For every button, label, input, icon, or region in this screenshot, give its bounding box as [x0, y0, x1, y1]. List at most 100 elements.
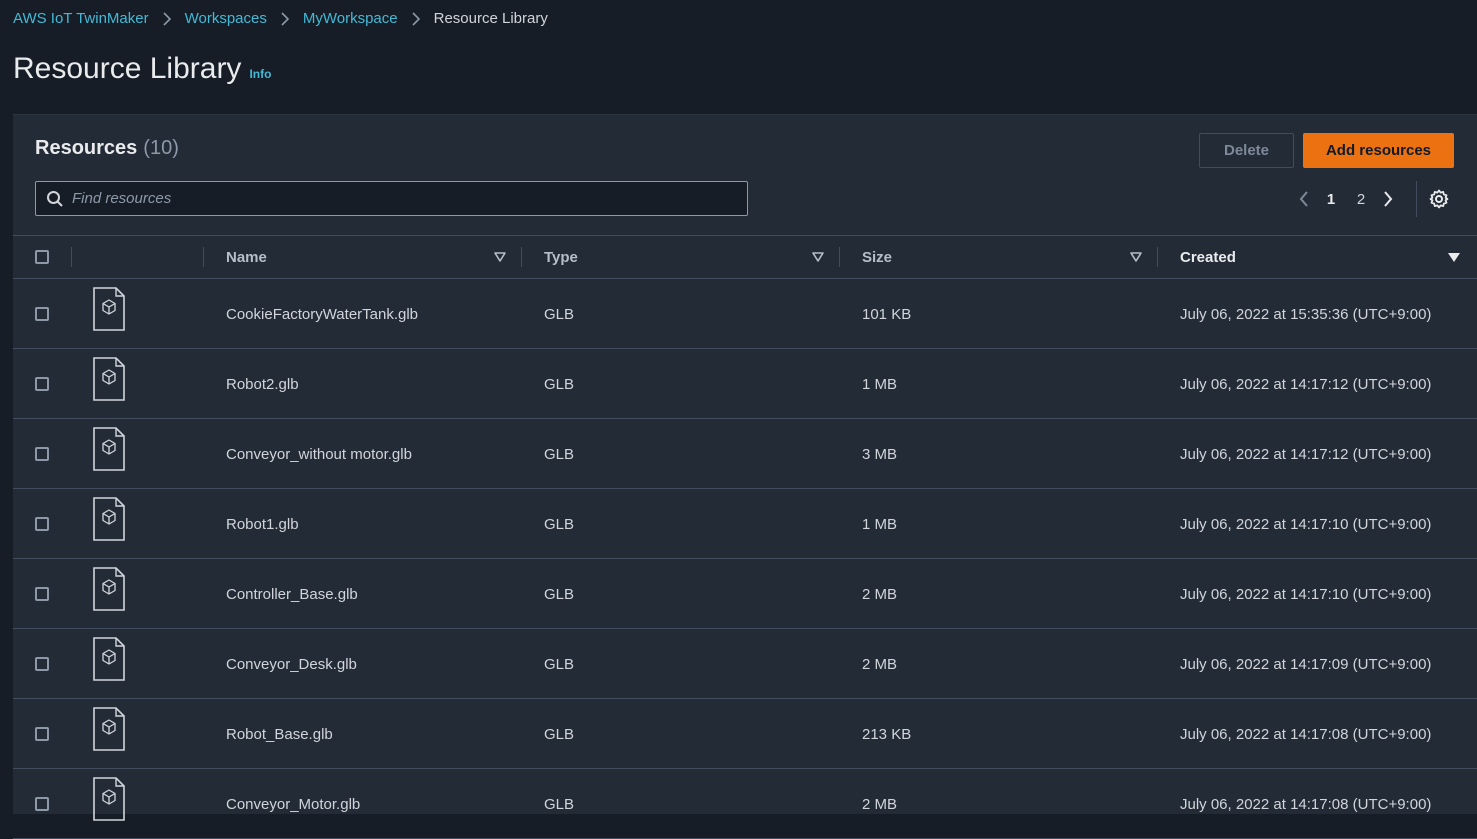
cell-type: GLB	[544, 795, 575, 813]
add-resources-button[interactable]: Add resources	[1303, 133, 1454, 168]
breadcrumb-link-twinmaker[interactable]: AWS IoT TwinMaker	[13, 10, 149, 27]
table-row[interactable]: Conveyor_without motor.glb GLB 3 MB July…	[13, 419, 1477, 489]
caret-down-icon[interactable]	[1447, 251, 1461, 263]
column-divider	[203, 247, 204, 267]
caret-down-icon[interactable]	[1129, 251, 1143, 263]
cell-size: 2 MB	[862, 795, 898, 813]
table-row[interactable]: Robot_Base.glb GLB 213 KB July 06, 2022 …	[13, 699, 1477, 769]
row-select-cell	[35, 769, 49, 839]
cell-size: 2 MB	[862, 585, 898, 603]
column-divider	[71, 247, 72, 267]
caret-down-icon[interactable]	[493, 251, 507, 263]
delete-button[interactable]: Delete	[1199, 133, 1294, 168]
cell-name: Robot2.glb	[226, 375, 299, 393]
table-row[interactable]: Controller_Base.glb GLB 2 MB July 06, 20…	[13, 559, 1477, 629]
cell-type: GLB	[544, 445, 575, 463]
column-divider	[521, 247, 522, 267]
cell-name: Conveyor_without motor.glb	[226, 445, 412, 463]
cell-created: July 06, 2022 at 15:35:36 (UTC+9:00)	[1180, 305, 1432, 323]
3d-model-file-icon	[93, 427, 125, 471]
cell-size: 3 MB	[862, 445, 898, 463]
breadcrumb: AWS IoT TwinMaker Workspaces MyWorkspace…	[13, 8, 548, 28]
breadcrumb-link-workspaces[interactable]: Workspaces	[185, 10, 267, 27]
3d-model-file-icon	[93, 567, 125, 611]
chevron-right-icon	[267, 9, 303, 26]
row-checkbox[interactable]	[35, 307, 49, 321]
row-select-cell	[35, 349, 49, 419]
table-row[interactable]: CookieFactoryWaterTank.glb GLB 101 KB Ju…	[13, 279, 1477, 349]
column-divider	[1157, 247, 1158, 267]
3d-model-file-icon	[93, 777, 125, 821]
gear-icon[interactable]	[1428, 188, 1450, 210]
pagination: 1 2	[1292, 185, 1400, 213]
row-select-cell	[35, 559, 49, 629]
cell-type: GLB	[544, 515, 575, 533]
breadcrumb-current: Resource Library	[433, 9, 548, 27]
row-checkbox[interactable]	[35, 657, 49, 671]
cell-name: Controller_Base.glb	[226, 585, 358, 603]
cell-size: 213 KB	[862, 725, 912, 743]
cell-name: Conveyor_Motor.glb	[226, 795, 361, 813]
row-checkbox[interactable]	[35, 447, 49, 461]
page-header: Resource Library Info	[13, 52, 271, 86]
resources-title: Resources	[35, 137, 138, 159]
row-checkbox[interactable]	[35, 587, 49, 601]
column-header-created[interactable]: Created	[1180, 236, 1236, 278]
search-input[interactable]	[66, 182, 747, 215]
cell-name: CookieFactoryWaterTank.glb	[226, 305, 419, 323]
chevron-right-icon	[149, 9, 185, 26]
search-icon	[46, 189, 66, 209]
cell-size: 2 MB	[862, 655, 898, 673]
chevron-right-icon[interactable]	[1376, 185, 1400, 213]
table-row[interactable]: Conveyor_Desk.glb GLB 2 MB July 06, 2022…	[13, 629, 1477, 699]
row-select-cell	[35, 699, 49, 769]
3d-model-file-icon	[93, 287, 125, 331]
column-divider	[839, 247, 840, 267]
cell-name: Robot_Base.glb	[226, 725, 333, 743]
table-body: CookieFactoryWaterTank.glb GLB 101 KB Ju…	[13, 279, 1477, 839]
cell-type: GLB	[544, 585, 575, 603]
cell-created: July 06, 2022 at 14:17:08 (UTC+9:00)	[1180, 795, 1432, 813]
chevron-right-icon	[398, 9, 434, 26]
resources-count: (10)	[143, 137, 179, 159]
3d-model-file-icon	[93, 637, 125, 681]
row-checkbox[interactable]	[35, 517, 49, 531]
3d-model-file-icon	[93, 497, 125, 541]
cell-created: July 06, 2022 at 14:17:12 (UTC+9:00)	[1180, 445, 1432, 463]
page-title: Resource Library	[13, 52, 242, 85]
column-header-type[interactable]: Type	[544, 236, 578, 278]
table-row[interactable]: Robot2.glb GLB 1 MB July 06, 2022 at 14:…	[13, 349, 1477, 419]
cell-created: July 06, 2022 at 14:17:12 (UTC+9:00)	[1180, 375, 1432, 393]
info-link[interactable]: Info	[249, 67, 271, 81]
select-all-checkbox[interactable]	[35, 250, 49, 264]
resources-table: Name Type Size Created CookieFactoryWate…	[13, 235, 1477, 839]
cell-type: GLB	[544, 725, 575, 743]
row-select-cell	[35, 279, 49, 349]
cell-name: Robot1.glb	[226, 515, 299, 533]
table-header: Name Type Size Created	[13, 235, 1477, 279]
3d-model-file-icon	[93, 357, 125, 401]
row-checkbox[interactable]	[35, 377, 49, 391]
page-1-button[interactable]: 1	[1316, 191, 1346, 208]
column-header-name[interactable]: Name	[226, 236, 267, 278]
cell-size: 101 KB	[862, 305, 912, 323]
breadcrumb-link-myworkspace[interactable]: MyWorkspace	[303, 10, 398, 27]
cell-created: July 06, 2022 at 14:17:08 (UTC+9:00)	[1180, 725, 1432, 743]
cell-type: GLB	[544, 305, 575, 323]
resources-header: Resources (10)	[35, 137, 179, 160]
cell-created: July 06, 2022 at 14:17:10 (UTC+9:00)	[1180, 515, 1432, 533]
cell-created: July 06, 2022 at 14:17:10 (UTC+9:00)	[1180, 585, 1432, 603]
chevron-left-icon[interactable]	[1292, 185, 1316, 213]
resources-panel: Resources (10) Delete Add resources 1 2	[13, 114, 1477, 839]
page-2-button[interactable]: 2	[1346, 191, 1376, 208]
table-row[interactable]: Robot1.glb GLB 1 MB July 06, 2022 at 14:…	[13, 489, 1477, 559]
row-checkbox[interactable]	[35, 727, 49, 741]
row-checkbox[interactable]	[35, 797, 49, 811]
column-header-size[interactable]: Size	[862, 236, 892, 278]
caret-down-icon[interactable]	[811, 251, 825, 263]
cell-size: 1 MB	[862, 515, 898, 533]
row-select-cell	[35, 489, 49, 559]
3d-model-file-icon	[93, 707, 125, 751]
table-row[interactable]: Conveyor_Motor.glb GLB 2 MB July 06, 202…	[13, 769, 1477, 839]
row-select-cell	[35, 629, 49, 699]
